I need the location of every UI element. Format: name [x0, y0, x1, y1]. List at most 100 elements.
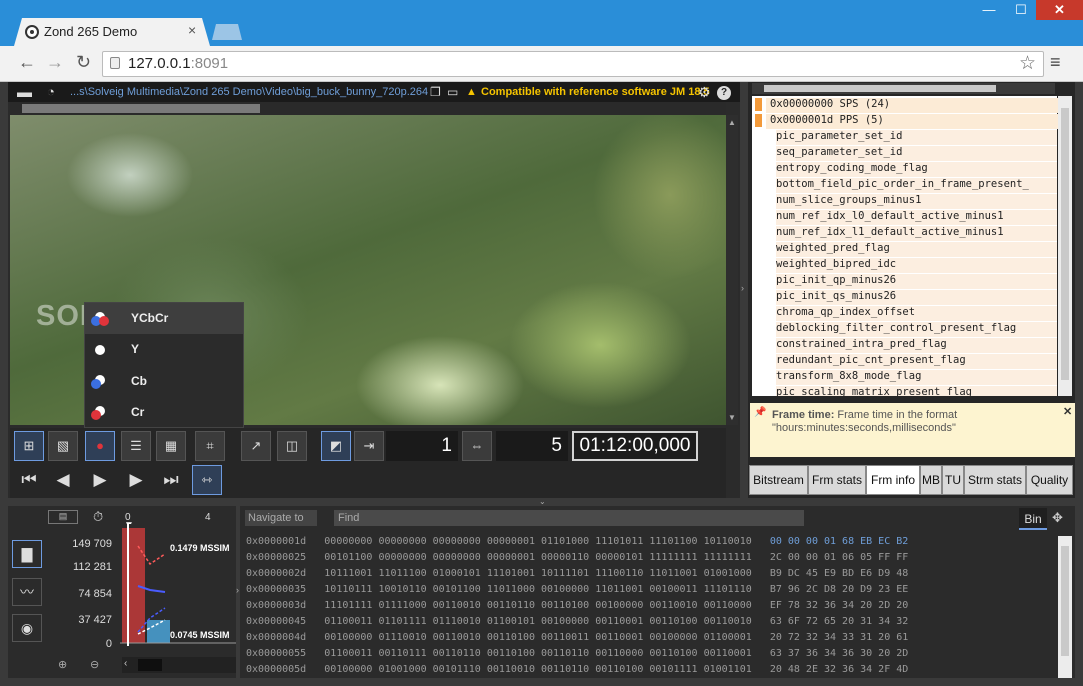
blocks-grid-button[interactable]: ▦ — [156, 431, 186, 461]
frame-number[interactable]: 1 — [386, 431, 458, 461]
tab-bitstream[interactable]: Bitstream — [749, 465, 808, 495]
gear-icon[interactable]: ⚙ — [698, 84, 711, 101]
file-path[interactable]: ...s\Solveig Multimedia\Zond 265 Demo\Vi… — [70, 86, 428, 98]
tree-section[interactable]: 0x00000000 SPS (24) — [766, 98, 1061, 113]
next-frame-icon[interactable]: ▶ — [121, 466, 151, 494]
tree-field[interactable]: weighted_bipred_idc — [776, 258, 1057, 273]
tree-field[interactable]: bottom_field_pic_order_in_frame_present_ — [776, 178, 1057, 193]
hex-row[interactable]: 0x0000003d 11101111 01111000 00110010 00… — [246, 600, 908, 613]
tree-section[interactable]: 0x0000001d PPS (5) — [766, 114, 1061, 129]
address-text[interactable]: 127.0.0.1:8091 — [128, 55, 228, 72]
image-view-button[interactable]: ▧ — [48, 431, 78, 461]
forward-arrow-icon[interactable]: → — [46, 52, 64, 73]
tab-tu[interactable]: TU — [942, 465, 964, 495]
scroll-up-icon[interactable]: ▲ — [728, 118, 736, 127]
lines-view-button[interactable]: ☰ — [121, 431, 151, 461]
tree-field[interactable]: entropy_coding_mode_flag — [776, 162, 1057, 177]
hex-row[interactable]: 0x00000045 01100011 01101111 01110010 01… — [246, 616, 908, 629]
tree-field[interactable]: num_ref_idx_l0_default_active_minus1 — [776, 210, 1057, 225]
tree-field[interactable]: num_ref_idx_l1_default_active_minus1 — [776, 226, 1057, 241]
copy-icon[interactable]: ❐ — [430, 85, 441, 99]
tab-mb[interactable]: MB — [920, 465, 942, 495]
tab-frm-info[interactable]: Frm info — [866, 465, 920, 495]
window-close-button[interactable]: ✕ — [1036, 0, 1083, 20]
move-icon[interactable]: ✥ — [1052, 510, 1063, 526]
scroll-down-icon[interactable]: ▼ — [728, 413, 736, 422]
chart-scroll-left-icon[interactable]: ‹ — [124, 658, 127, 669]
bar-chart-icon[interactable]: ▇ — [12, 540, 42, 568]
find-input[interactable]: Find — [334, 510, 804, 526]
camera-button[interactable]: ◫ — [277, 431, 307, 461]
frame-size-bar[interactable] — [122, 528, 145, 643]
history-clock-icon[interactable]: ◔ — [47, 84, 55, 99]
hex-row[interactable]: 0x0000002d 10111001 11011100 01000101 11… — [246, 568, 908, 581]
color-components-button[interactable]: ● — [85, 431, 115, 461]
hex-row[interactable]: 0x0000004d 00100000 01110010 00110010 00… — [246, 632, 908, 645]
zoom-in-icon[interactable]: ⊕ — [58, 658, 67, 671]
video-scroll-thumb[interactable] — [22, 104, 260, 113]
timer-icon[interactable]: ⏱ — [93, 509, 103, 525]
pin-icon[interactable]: 📌 — [754, 407, 766, 418]
browser-menu-icon[interactable]: ≡ — [1050, 52, 1061, 73]
tree-scroll-thumb[interactable] — [1061, 108, 1069, 380]
bin-mode-tab[interactable]: Bin — [1019, 508, 1047, 530]
zoom-frame-button[interactable]: ◩ — [321, 431, 351, 461]
eye-view-icon[interactable]: ◉ — [12, 614, 42, 642]
previous-frame-icon[interactable]: ◀ — [48, 466, 78, 494]
tab-close-icon[interactable]: × — [188, 22, 196, 38]
partitions-button[interactable]: ⌗ — [195, 431, 225, 461]
navigate-to-input[interactable]: Navigate to — [245, 510, 317, 526]
panel-splitter-icon[interactable]: › — [236, 585, 239, 595]
hex-bits: 11101111 01111000 00110010 00110110 0011… — [324, 600, 752, 611]
frame-time[interactable]: 01:12:00,000 — [572, 431, 698, 461]
tree-field[interactable]: redundant_pic_cnt_present_flag — [776, 354, 1057, 369]
tree-field[interactable]: weighted_pred_flag — [776, 242, 1057, 257]
tab-strm-stats[interactable]: Strm stats — [964, 465, 1026, 495]
tab-quality[interactable]: Quality — [1026, 465, 1073, 495]
tree-field[interactable]: chroma_qp_index_offset — [776, 306, 1057, 321]
frame-size-bar[interactable] — [147, 620, 170, 643]
video-vertical-scrollbar[interactable] — [726, 115, 738, 425]
overlay-grid-button[interactable]: ⊞ — [14, 431, 44, 461]
window-maximize-button[interactable]: ☐ — [1006, 0, 1036, 20]
play-icon[interactable]: ▶ — [85, 466, 115, 494]
help-icon[interactable]: ? — [717, 86, 731, 100]
motion-vectors-button[interactable]: ↗ — [241, 431, 271, 461]
gop-number[interactable]: 5 — [496, 431, 568, 461]
chart-scroll-thumb[interactable] — [138, 659, 162, 671]
tooltip-close-icon[interactable]: ✕ — [1063, 405, 1072, 418]
tree-field[interactable]: pic_init_qp_minus26 — [776, 274, 1057, 289]
tree-field[interactable]: pic_init_qs_minus26 — [776, 290, 1057, 305]
tree-field[interactable]: constrained_intra_pred_flag — [776, 338, 1057, 353]
fit-width-button[interactable]: ⇿ — [192, 465, 222, 495]
reload-icon[interactable]: ↻ — [76, 52, 91, 73]
hex-row[interactable]: 0x00000025 00101100 00000000 00000000 00… — [246, 552, 908, 565]
hex-row[interactable]: 0x00000055 01100011 00110111 00110110 00… — [246, 648, 908, 661]
new-tab-button[interactable] — [212, 24, 242, 40]
hex-row[interactable]: 0x0000001d 00000000 00000000 00000000 00… — [246, 536, 908, 549]
hex-row[interactable]: 0x0000005d 00100000 01001000 00101110 00… — [246, 664, 908, 677]
tree-field[interactable]: num_slice_groups_minus1 — [776, 194, 1057, 209]
open-folder-icon[interactable]: ▬ — [17, 84, 32, 101]
first-frame-icon[interactable]: ⏮ — [14, 466, 44, 494]
bookmark-star-icon[interactable]: ☆ — [1019, 52, 1036, 75]
back-arrow-icon[interactable]: ← — [18, 52, 36, 73]
panel-splitter-icon[interactable]: ⌄ — [539, 497, 546, 506]
last-frame-icon[interactable]: ⏭ — [156, 466, 186, 494]
line-chart-icon[interactable]: 〰 — [12, 578, 42, 606]
window-minimize-button[interactable]: — — [972, 0, 1006, 20]
address-bar[interactable] — [102, 51, 1044, 77]
tree-scroll-thumb[interactable] — [764, 85, 996, 92]
tab-frm-stats[interactable]: Frm stats — [808, 465, 866, 495]
open-location-icon[interactable]: ▭ — [447, 85, 458, 99]
tree-field[interactable]: pic_parameter_set_id — [776, 130, 1057, 145]
hex-scroll-thumb[interactable] — [1061, 546, 1069, 656]
zoom-out-icon[interactable]: ⊖ — [90, 658, 99, 671]
tree-field[interactable]: transform_8x8_mode_flag — [776, 370, 1057, 385]
tree-field[interactable]: deblocking_filter_control_present_flag — [776, 322, 1057, 337]
panel-splitter-icon[interactable]: › — [741, 283, 744, 293]
hex-row[interactable]: 0x00000035 10110111 10010110 00101100 11… — [246, 584, 908, 597]
film-icon[interactable]: ▤ — [48, 510, 78, 524]
tree-field[interactable]: seq_parameter_set_id — [776, 146, 1057, 161]
tree-field[interactable]: pic_scaling_matrix_present_flag — [776, 386, 1057, 396]
